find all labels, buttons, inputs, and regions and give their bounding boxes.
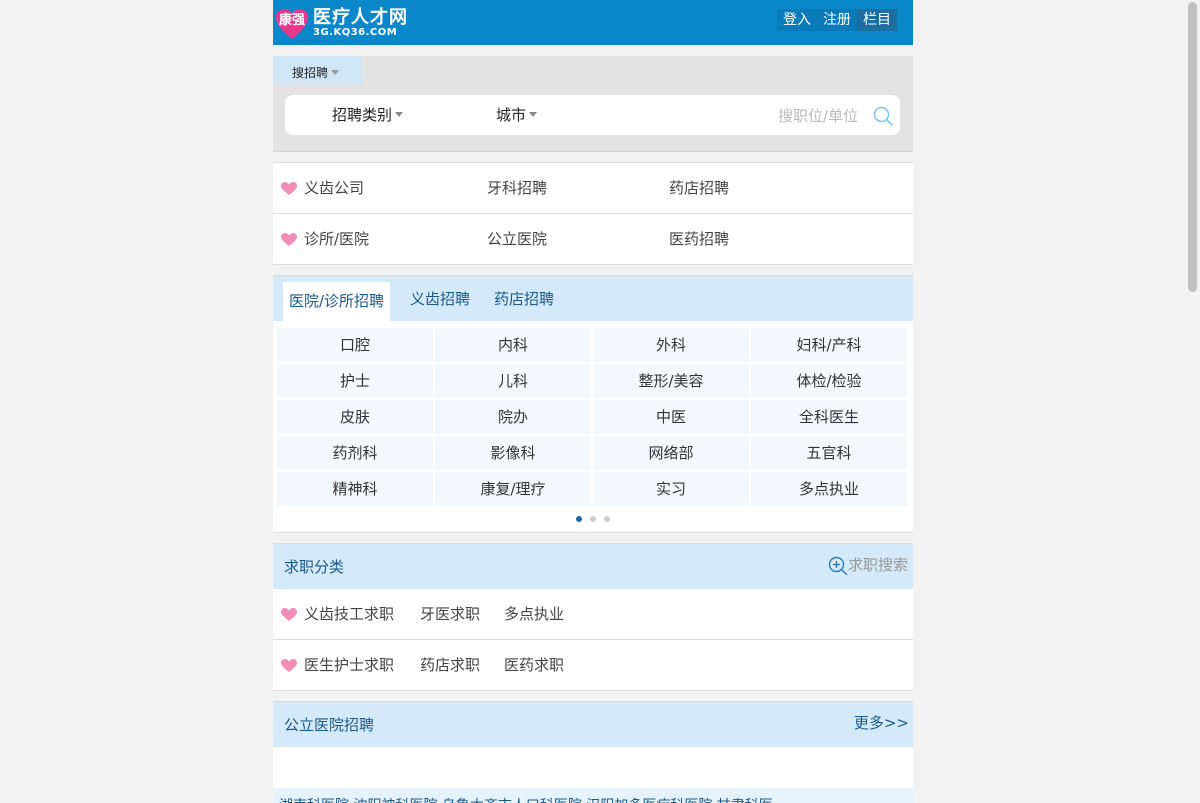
category-grid: 口腔 内科 外科 妇科/产科护士 儿科 整形/美容 体检/检验皮肤 院办 中医 全科医生药剂科 影像… [277, 328, 909, 506]
caret-down-icon [395, 112, 404, 117]
pager-dot[interactable] [604, 516, 610, 522]
search-type-tab[interactable]: 搜招聘 [273, 56, 362, 84]
category-cell[interactable]: 内科 [435, 328, 591, 362]
logo-subtitle: 3G.KQ36.COM [313, 27, 398, 38]
job-seek-link[interactable]: 牙医求职 [420, 589, 480, 639]
pager-dots [273, 516, 913, 522]
site-logo[interactable]: 康强 医疗人才网 3G.KQ36.COM [275, 6, 408, 40]
logo-heart-icon: 康强 [275, 8, 309, 39]
quick-links: 义齿公司 牙科招聘 药店招聘 诊所/医院 公立医院 医药招聘 [273, 162, 913, 265]
category-cell[interactable]: 影像科 [435, 436, 591, 470]
category-cell[interactable]: 五官科 [751, 436, 907, 470]
heart-icon [281, 233, 297, 246]
category-select-label: 招聘类别 [332, 106, 393, 124]
city-select-label: 城市 [496, 106, 527, 124]
quick-link[interactable]: 牙科招聘 [487, 163, 547, 213]
category-cell[interactable]: 院办 [435, 400, 591, 434]
category-select[interactable]: 招聘类别 [332, 95, 404, 135]
quick-link-row: 诊所/医院 公立医院 医药招聘 [273, 214, 913, 265]
heart-icon [281, 182, 297, 195]
category-cell[interactable]: 网络部 [593, 436, 749, 470]
page-scrollbar[interactable] [1185, 0, 1200, 803]
quick-link[interactable]: 公立医院 [487, 214, 547, 264]
category-cell[interactable]: 体检/检验 [751, 364, 907, 398]
pager-dot[interactable] [590, 516, 596, 522]
category-cell[interactable]: 精神科 [277, 472, 433, 506]
search-input[interactable] [736, 104, 860, 128]
job-seek-row: 医生护士求职 药店求职 医药求职 [273, 640, 913, 691]
public-hospital-section: 公立医院招聘 更多>> 湖南科医院 沈阳神科医院 乌鲁木齐市人口科医院 汉阳加多… [273, 701, 913, 803]
job-seek-link[interactable]: 医药求职 [504, 640, 564, 690]
header-nav: 登入 注册 栏目 [777, 9, 897, 31]
heart-icon [281, 608, 297, 621]
job-search-label: 求职搜索 [847, 556, 908, 574]
quick-link[interactable]: 药店招聘 [669, 163, 729, 213]
tab-denture[interactable]: 义齿招聘 [410, 276, 470, 322]
job-seek-link[interactable]: 药店求职 [420, 640, 480, 690]
quick-link[interactable]: 义齿公司 [304, 163, 364, 213]
logo-title: 医疗人才网 [313, 7, 408, 28]
category-cell[interactable]: 护士 [277, 364, 433, 398]
search-section: 搜招聘 招聘类别 城市 [273, 56, 913, 152]
caret-down-icon [331, 70, 340, 75]
scrollbar-thumb[interactable] [1188, 2, 1197, 292]
category-tabbar: 医院/诊所招聘 义齿招聘 药店招聘 [273, 276, 913, 321]
category-cell[interactable]: 多点执业 [751, 472, 907, 506]
city-select[interactable]: 城市 [496, 95, 538, 135]
login-link[interactable]: 登入 [777, 9, 817, 31]
register-link[interactable]: 注册 [817, 9, 857, 31]
category-cell[interactable]: 药剂科 [277, 436, 433, 470]
search-type-label: 搜招聘 [292, 66, 329, 80]
quick-link[interactable]: 医药招聘 [669, 214, 729, 264]
site-header: 康强 医疗人才网 3G.KQ36.COM 登入 注册 栏目 [273, 0, 913, 45]
menu-link[interactable]: 栏目 [857, 9, 897, 31]
category-cell[interactable]: 康复/理疗 [435, 472, 591, 506]
category-cell[interactable]: 皮肤 [277, 400, 433, 434]
category-cell[interactable]: 妇科/产科 [751, 328, 907, 362]
category-cell[interactable]: 全科医生 [751, 400, 907, 434]
search-box: 招聘类别 城市 [285, 95, 900, 135]
job-seek-link[interactable]: 义齿技工求职 [304, 589, 394, 639]
category-cell[interactable]: 整形/美容 [593, 364, 749, 398]
tab-hospital-clinic[interactable]: 医院/诊所招聘 [283, 282, 391, 321]
section-header: 公立医院招聘 更多>> [273, 702, 913, 747]
job-seek-section: 求职分类 求职搜索 义齿技工求职 牙医求职 多点执业 医生护士求职 药店求职 医… [273, 543, 913, 691]
heart-icon [281, 659, 297, 672]
category-cell[interactable]: 实习 [593, 472, 749, 506]
category-cell[interactable]: 中医 [593, 400, 749, 434]
search-icon[interactable] [872, 105, 894, 127]
job-search-link[interactable]: 求职搜索 [828, 544, 908, 586]
section-title: 公立医院招聘 [284, 716, 375, 734]
category-cell[interactable]: 口腔 [277, 328, 433, 362]
quick-link-row: 义齿公司 牙科招聘 药店招聘 [273, 163, 913, 214]
mobile-page: 康强 医疗人才网 3G.KQ36.COM 登入 注册 栏目 搜招聘 招聘类别 城… [273, 0, 913, 803]
caret-down-icon [529, 112, 538, 117]
logo-tag: 康强 [278, 13, 305, 28]
section-header: 求职分类 求职搜索 [273, 544, 913, 589]
job-seek-row: 义齿技工求职 牙医求职 多点执业 [273, 589, 913, 640]
hospital-scroll-strip[interactable]: 湖南科医院 沈阳神科医院 乌鲁木齐市人口科医院 汉阳加多医疗科医院 甘肃科医 [273, 788, 913, 803]
more-link[interactable]: 更多>> [854, 702, 909, 744]
zoom-in-icon [828, 556, 848, 575]
tab-pharmacy[interactable]: 药店招聘 [494, 276, 554, 322]
quick-link[interactable]: 诊所/医院 [304, 214, 369, 264]
category-cell[interactable]: 外科 [593, 328, 749, 362]
logo-text: 医疗人才网 3G.KQ36.COM [313, 8, 408, 38]
recruit-category-panel: 医院/诊所招聘 义齿招聘 药店招聘 口腔 内科 外科 妇科/产科护士 儿科 整形/美容 体检… [273, 275, 913, 533]
category-cell[interactable]: 儿科 [435, 364, 591, 398]
pager-dot[interactable] [576, 516, 582, 522]
job-seek-link[interactable]: 多点执业 [504, 589, 564, 639]
section-title: 求职分类 [284, 558, 345, 576]
job-seek-link[interactable]: 医生护士求职 [304, 640, 394, 690]
